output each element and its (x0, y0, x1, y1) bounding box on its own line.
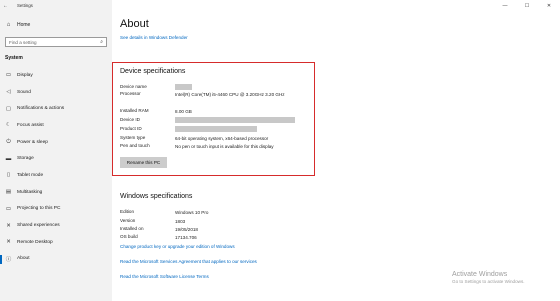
sidebar-item-label: Projecting to this PC (17, 206, 61, 212)
power-icon: ⏻ (6, 138, 11, 145)
services-agreement-link[interactable]: Read the Microsoft Services Agreement th… (120, 259, 257, 264)
sidebar-item-projecting[interactable]: ▭ Projecting to this PC (0, 201, 112, 218)
projector-icon: ▭ (5, 205, 12, 212)
remote-desktop-icon: ✕ (6, 239, 11, 246)
spec-row-ram: Installed RAM 8.00 GB (120, 108, 295, 115)
spec-key: Processor (120, 91, 141, 96)
moon-icon: ☾ (6, 122, 11, 129)
sidebar-item-storage[interactable]: ▬ Storage (0, 150, 112, 167)
spec-row-installed-on: Installed on 19/05/2018 (120, 226, 295, 233)
sidebar-item-about[interactable]: ⓘ About (0, 251, 112, 268)
spec-value: 64-bit operating system, x64-based proce… (175, 136, 269, 141)
spec-value (175, 117, 295, 125)
main-content: About See details in Windows Defender De… (112, 0, 560, 301)
sidebar-nav: ▭ Display ◁ Sound ▢ Notifications & acti… (0, 67, 112, 267)
watermark-subtitle: Go to Settings to activate Windows. (452, 279, 525, 284)
spec-key: OS build (120, 234, 138, 239)
activate-windows-watermark: Activate Windows Go to Settings to activ… (452, 271, 525, 284)
spec-row-version: Version 1803 (120, 218, 295, 225)
storage-icon: ▬ (5, 155, 12, 162)
sidebar-item-label: Focus assist (17, 122, 44, 128)
sidebar-item-sound[interactable]: ◁ Sound (0, 84, 112, 101)
spec-key: Device ID (120, 117, 140, 122)
spec-row-edition: Edition Windows 10 Pro (120, 209, 295, 216)
spec-key: Version (120, 218, 136, 223)
sidebar-item-remote-desktop[interactable]: ✕ Remote Desktop (0, 234, 112, 251)
sidebar-item-label: Remote Desktop (17, 239, 53, 245)
windows-specs-heading: Windows specifications (120, 193, 193, 200)
spec-key: Pen and touch (120, 143, 150, 148)
display-icon: ▭ (5, 72, 12, 79)
sidebar-item-notifications[interactable]: ▢ Notifications & actions (0, 100, 112, 117)
info-icon: ⓘ (5, 256, 12, 263)
spec-value (175, 126, 295, 134)
redacted-value (175, 126, 257, 132)
spec-key: System type (120, 135, 146, 140)
sidebar-item-display[interactable]: ▭ Display (0, 67, 112, 84)
sidebar-item-shared-experiences[interactable]: ✕ Shared experiences (0, 217, 112, 234)
sidebar-item-power-sleep[interactable]: ⏻ Power & sleep (0, 134, 112, 151)
sidebar-item-label: Sound (17, 89, 31, 95)
sidebar-item-label: Shared experiences (17, 223, 60, 229)
home-icon: ⌂ (6, 21, 11, 28)
spec-key: Edition (120, 209, 135, 214)
sidebar-item-tablet-mode[interactable]: ▯ Tablet mode (0, 167, 112, 184)
title-bar: ← Settings (0, 0, 112, 11)
notification-icon: ▢ (5, 105, 12, 112)
spec-value: 8.00 GB (175, 109, 192, 114)
sidebar-item-label: Multitasking (17, 189, 43, 195)
back-arrow-icon[interactable]: ← (3, 3, 11, 9)
sidebar-item-label: Display (17, 72, 33, 78)
sidebar-item-label: Tablet mode (17, 172, 44, 178)
spec-value: Windows 10 Pro (175, 210, 209, 215)
tablet-icon: ▯ (6, 172, 11, 179)
search-icon[interactable]: ⌕ (100, 39, 103, 45)
sidebar-item-home[interactable]: ⌂ Home (0, 19, 112, 30)
spec-row-device-id: Device ID (120, 117, 295, 125)
sidebar-item-focus-assist[interactable]: ☾ Focus assist (0, 117, 112, 134)
device-specs-heading: Device specifications (120, 68, 186, 75)
spec-value: 17134.706 (175, 235, 197, 240)
speaker-icon: ◁ (6, 89, 11, 96)
sidebar-item-multitasking[interactable]: ▤ Multitasking (0, 184, 112, 201)
sidebar: ← Settings ⌂ Home Find a setting ⌕ Syste… (0, 0, 112, 301)
spec-row-os-build: OS build 17134.706 (120, 234, 295, 241)
spec-row-system-type: System type 64-bit operating system, x64… (120, 135, 315, 142)
search-placeholder: Find a setting (9, 39, 37, 45)
sidebar-item-label: Notifications & actions (17, 106, 65, 112)
spec-key: Installed RAM (120, 108, 149, 113)
rename-pc-button[interactable]: Rename this PC (120, 157, 167, 168)
spec-value: 19/05/2018 (175, 227, 198, 232)
shared-icon: ✕ (6, 222, 11, 229)
spec-value: 1803 (175, 219, 186, 224)
spec-key: Installed on (120, 226, 144, 231)
sidebar-item-label: About (17, 256, 30, 262)
defender-link[interactable]: See details in Windows Defender (120, 35, 188, 40)
search-input[interactable]: Find a setting ⌕ (5, 37, 107, 47)
spec-row-pen-touch: Pen and touch No pen or touch input is a… (120, 143, 315, 150)
spec-row-processor: Processor Intel(R) Core(TM) i5-4460 CPU … (120, 91, 285, 98)
multitasking-icon: ▤ (5, 189, 12, 196)
page-title: About (120, 18, 149, 30)
sidebar-item-label: Home (17, 21, 31, 28)
spec-row-product-id: Product ID (120, 126, 295, 134)
sidebar-item-label: Power & sleep (17, 139, 48, 145)
spec-value: No pen or touch input is available for t… (175, 144, 274, 149)
watermark-title: Activate Windows (452, 271, 508, 278)
sidebar-item-label: Storage (17, 156, 34, 162)
section-label-system: System (5, 55, 23, 61)
license-terms-link[interactable]: Read the Microsoft Software License Term… (120, 274, 209, 279)
window-title: Settings (17, 3, 33, 8)
spec-key: Product ID (120, 126, 142, 131)
spec-value: Intel(R) Core(TM) i5-4460 CPU @ 3.20GHz … (175, 92, 285, 97)
change-product-key-link[interactable]: Change product key or upgrade your editi… (120, 244, 235, 249)
redacted-value (175, 117, 295, 123)
redacted-value (175, 84, 192, 90)
